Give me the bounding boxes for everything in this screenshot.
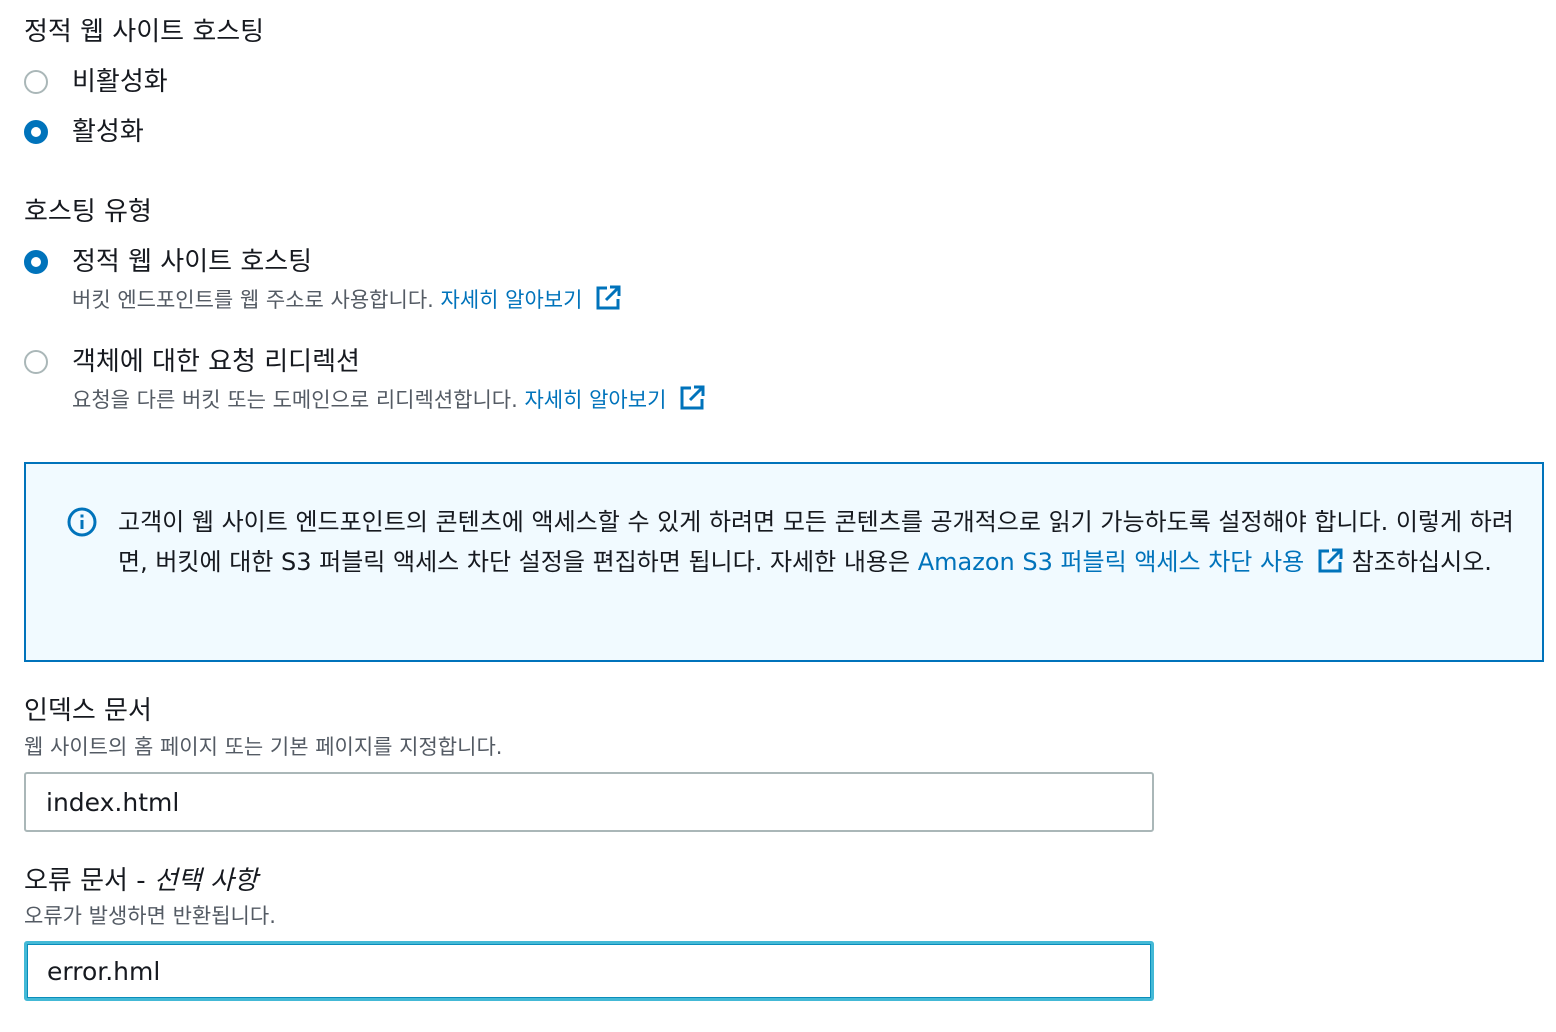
info-alert: 고객이 웹 사이트 엔드포인트의 콘텐츠에 액세스할 수 있게 하려면 모든 콘… xyxy=(24,462,1544,662)
radio-enable[interactable]: 활성화 xyxy=(24,112,144,152)
block-public-access-link[interactable]: Amazon S3 퍼블릭 액세스 차단 사용 xyxy=(918,548,1344,576)
radio-static-hosting-button[interactable] xyxy=(24,250,48,274)
hosting-title: 정적 웹 사이트 호스팅 xyxy=(24,17,265,47)
index-document-input[interactable] xyxy=(24,772,1154,832)
radio-enable-button[interactable] xyxy=(24,120,48,144)
radio-disable-button[interactable] xyxy=(24,70,48,94)
error-document-input[interactable] xyxy=(24,941,1154,1001)
static-hosting-description-text: 버킷 엔드포인트를 웹 주소로 사용합니다. xyxy=(72,288,434,312)
radio-disable[interactable]: 비활성화 xyxy=(24,62,168,102)
error-document-label-text: 오류 문서 - xyxy=(24,866,154,896)
radio-redirect-label: 객체에 대한 요청 리디렉션 xyxy=(72,347,360,377)
redirect-learn-more-link[interactable]: 자세히 알아보기 xyxy=(524,385,706,412)
static-hosting-learn-more-label: 자세히 알아보기 xyxy=(440,288,583,312)
radio-disable-label: 비활성화 xyxy=(72,67,168,97)
error-document-label: 오류 문서 - 선택 사항 xyxy=(24,864,258,898)
external-link-icon xyxy=(678,384,706,420)
static-hosting-learn-more-link[interactable]: 자세히 알아보기 xyxy=(440,285,623,312)
redirect-description-text: 요청을 다른 버킷 또는 도메인으로 리디렉션합니다. xyxy=(72,388,518,412)
radio-static-hosting-label: 정적 웹 사이트 호스팅 xyxy=(72,247,313,277)
block-public-access-link-label: Amazon S3 퍼블릭 액세스 차단 사용 xyxy=(917,548,1305,576)
index-document-description: 웹 사이트의 홈 페이지 또는 기본 페이지를 지정합니다. xyxy=(24,735,503,759)
redirect-learn-more-label: 자세히 알아보기 xyxy=(524,388,667,412)
external-link-icon xyxy=(594,284,622,320)
index-document-label: 인덱스 문서 xyxy=(24,696,152,726)
external-link-icon xyxy=(1316,547,1344,587)
info-alert-message: 고객이 웹 사이트 엔드포인트의 콘텐츠에 액세스할 수 있게 하려면 모든 콘… xyxy=(118,502,1518,587)
radio-static-hosting[interactable]: 정적 웹 사이트 호스팅 xyxy=(24,242,312,282)
redirect-description: 요청을 다른 버킷 또는 도메인으로 리디렉션합니다. 자세히 알아보기 xyxy=(72,384,706,420)
static-hosting-description: 버킷 엔드포인트를 웹 주소로 사용합니다. 자세히 알아보기 xyxy=(72,284,622,320)
radio-redirect[interactable]: 객체에 대한 요청 리디렉션 xyxy=(24,342,360,382)
info-alert-text-end: 참조하십시오. xyxy=(1344,548,1492,576)
radio-redirect-button[interactable] xyxy=(24,350,48,374)
error-document-optional-label: 선택 사항 xyxy=(153,866,258,896)
info-icon xyxy=(66,506,98,542)
hosting-type-title: 호스팅 유형 xyxy=(24,197,152,227)
error-document-description: 오류가 발생하면 반환됩니다. xyxy=(24,904,276,928)
radio-enable-label: 활성화 xyxy=(72,117,144,147)
